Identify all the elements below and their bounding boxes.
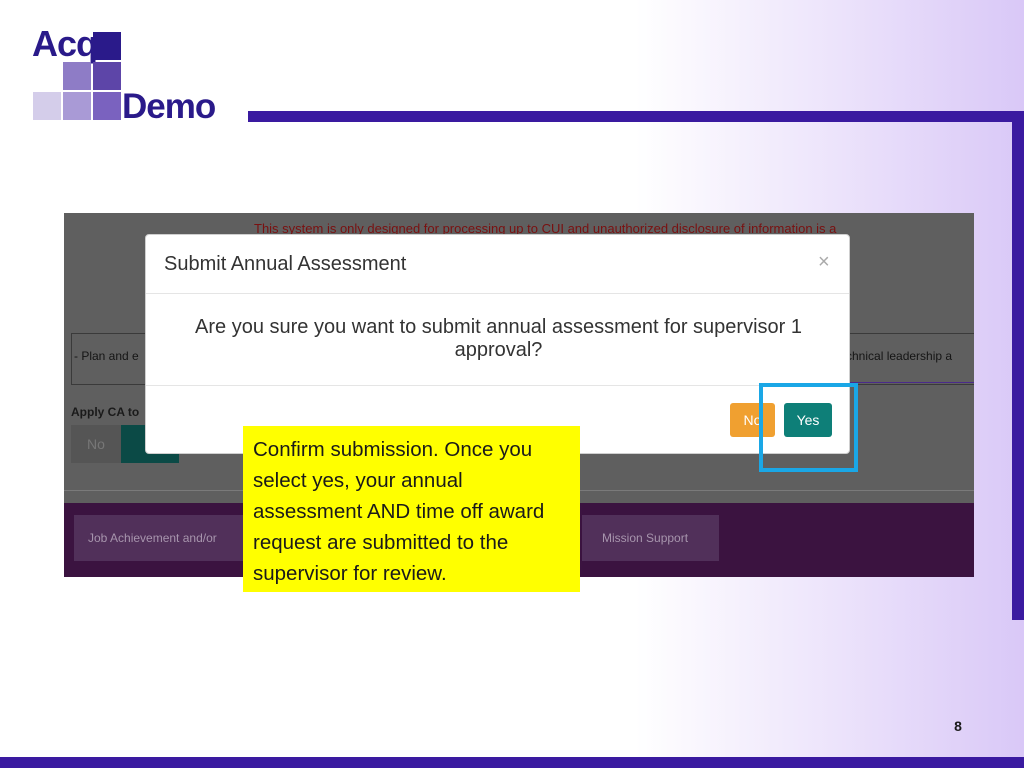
logo-square <box>93 92 121 120</box>
yes-button-highlight-box <box>759 383 858 472</box>
modal-message: Are you sure you want to submit annual a… <box>195 316 802 361</box>
logo-square <box>63 62 91 90</box>
apply-ca-label: Apply CA to <box>71 405 140 419</box>
background-text-right: chnical leadership a <box>846 349 953 363</box>
header-accent-bar <box>248 111 1024 122</box>
mission-support-tab[interactable]: Mission Support <box>582 515 719 561</box>
submit-assessment-modal: Submit Annual Assessment × Are you sure … <box>145 234 850 454</box>
close-icon[interactable]: × <box>818 251 830 274</box>
apply-ca-no-toggle[interactable]: No <box>71 425 121 463</box>
logo-square <box>93 32 121 60</box>
modal-title: Submit Annual Assessment <box>164 253 407 275</box>
footer-accent-bar <box>0 757 1024 768</box>
job-achievement-tab[interactable]: Job Achievement and/or <box>74 515 254 561</box>
page-number: 8 <box>954 718 962 734</box>
modal-footer-divider <box>146 385 849 386</box>
logo-square <box>93 62 121 90</box>
logo-word-acq: Acq <box>32 23 98 64</box>
logo-square <box>63 92 91 120</box>
right-accent-bar <box>1012 111 1024 620</box>
logo-word-demo: Demo <box>122 87 216 126</box>
instruction-callout: Confirm submission. Once you select yes,… <box>243 426 580 592</box>
background-text-left: - Plan and e <box>74 349 139 363</box>
modal-header-divider <box>146 293 849 294</box>
acqdemo-logo: Acq Demo <box>30 24 230 128</box>
logo-square <box>33 92 61 120</box>
